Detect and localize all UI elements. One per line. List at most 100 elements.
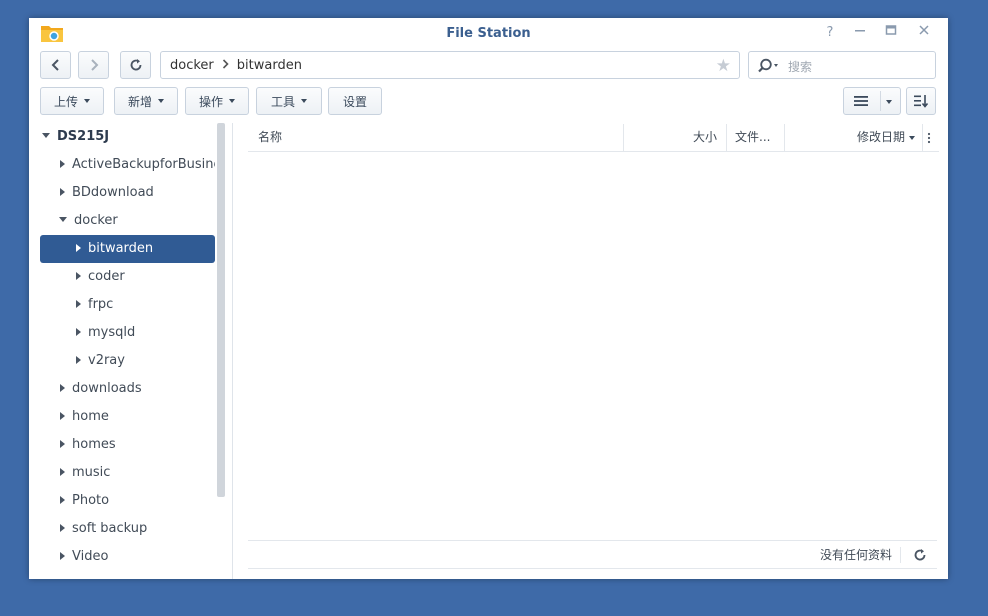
search-box[interactable]: 搜索 — [748, 51, 936, 79]
refresh-path-button[interactable] — [120, 51, 151, 79]
collapse-arrow-icon[interactable] — [60, 523, 65, 532]
search-icon[interactable] — [757, 58, 781, 74]
expand-arrow-icon[interactable] — [59, 217, 67, 222]
tree-item-docker[interactable]: docker — [40, 207, 215, 235]
window-title: File Station — [446, 26, 531, 41]
expand-arrow-icon[interactable] — [42, 133, 50, 138]
caret-down-icon — [301, 99, 307, 103]
tree-item-soft-backup[interactable]: soft backup — [40, 515, 215, 543]
tree-item-home[interactable]: home — [40, 403, 215, 431]
tree-item-label: home — [72, 409, 109, 424]
tree-item-label: coder — [88, 269, 125, 284]
sort-button[interactable] — [906, 87, 936, 115]
collapse-arrow-icon[interactable] — [76, 243, 81, 252]
collapse-arrow-icon[interactable] — [60, 383, 65, 392]
tree-item-label: v2ray — [88, 353, 125, 368]
caret-down-icon — [229, 99, 235, 103]
action-label: 操作 — [198, 94, 223, 109]
path-bar[interactable]: docker bitwarden ★ — [160, 51, 740, 79]
collapse-arrow-icon[interactable] — [76, 355, 81, 364]
upload-label: 上传 — [53, 94, 78, 109]
upload-button[interactable]: 上传 — [40, 87, 104, 115]
panel-splitter[interactable] — [232, 123, 233, 579]
column-name-label: 名称 — [258, 130, 283, 144]
tree-item-frpc[interactable]: frpc — [40, 291, 215, 319]
favorite-star-icon[interactable]: ★ — [716, 56, 731, 76]
tree-item-activebackupforbusiness[interactable]: ActiveBackupforBusines — [40, 151, 215, 179]
maximize-icon[interactable] — [881, 24, 901, 42]
tree-item-v2ray[interactable]: v2ray — [40, 347, 215, 375]
column-divider[interactable] — [922, 124, 923, 151]
close-icon[interactable] — [914, 24, 934, 42]
back-button[interactable] — [40, 51, 71, 79]
breadcrumb-separator-icon — [222, 58, 229, 73]
list-view-icon — [854, 96, 868, 106]
status-bar: 没有任何资料 — [248, 540, 937, 569]
collapse-arrow-icon[interactable] — [76, 299, 81, 308]
tree-item-label: downloads — [72, 381, 142, 396]
create-label: 新增 — [127, 94, 152, 109]
tree-item-bddownload[interactable]: BDdownload — [40, 179, 215, 207]
collapse-arrow-icon[interactable] — [60, 159, 65, 168]
tree-item-label: Photo — [72, 493, 110, 508]
tree-item-photo[interactable]: Photo — [40, 487, 215, 515]
collapse-arrow-icon[interactable] — [60, 439, 65, 448]
tree-item-label: ActiveBackupforBusines — [72, 157, 215, 172]
settings-label: 设置 — [342, 94, 367, 109]
column-modified-label: 修改日期 — [856, 130, 905, 144]
caret-down-icon — [84, 99, 90, 103]
tree-item-label: bitwarden — [88, 241, 154, 256]
column-type-label: 文件... — [735, 130, 771, 144]
column-type[interactable]: 文件... — [735, 124, 770, 151]
tree-scrollbar[interactable] — [217, 123, 225, 497]
folder-tree: DS215J ActiveBackupforBusines BDdownload… — [29, 123, 232, 579]
breadcrumb-bitwarden[interactable]: bitwarden — [237, 58, 302, 73]
tree-root-label: DS215J — [57, 129, 110, 144]
column-options-icon[interactable] — [927, 124, 935, 151]
help-icon[interactable]: ? — [820, 24, 840, 42]
tree-item-mysqld[interactable]: mysqld — [40, 319, 215, 347]
tree-item-label: homes — [72, 437, 116, 452]
collapse-arrow-icon[interactable] — [76, 327, 81, 336]
column-name[interactable]: 名称 — [258, 124, 282, 151]
sort-caret-icon — [909, 135, 915, 140]
tree-item-bitwarden[interactable]: bitwarden — [40, 235, 215, 263]
column-size-label: 大小 — [692, 130, 717, 144]
view-mode-button[interactable] — [843, 87, 901, 115]
chevron-right-icon — [90, 59, 98, 71]
settings-button[interactable]: 设置 — [328, 87, 382, 115]
collapse-arrow-icon[interactable] — [60, 551, 65, 560]
column-divider[interactable] — [726, 124, 727, 151]
column-size[interactable]: 大小 — [624, 124, 726, 151]
refresh-icon[interactable] — [913, 548, 927, 562]
create-button[interactable]: 新增 — [114, 87, 178, 115]
column-modified[interactable]: 修改日期 — [785, 124, 922, 151]
tools-label: 工具 — [270, 94, 295, 109]
breadcrumb-docker[interactable]: docker — [170, 58, 214, 73]
tree-item-label: soft backup — [72, 521, 148, 536]
tree-item-label: frpc — [88, 297, 114, 312]
tree-item-video[interactable]: Video — [40, 543, 215, 571]
collapse-arrow-icon[interactable] — [60, 187, 65, 196]
collapse-arrow-icon[interactable] — [60, 495, 65, 504]
caret-down-icon — [886, 100, 892, 104]
tree-item-label: BDdownload — [72, 185, 154, 200]
tree-item-coder[interactable]: coder — [40, 263, 215, 291]
collapse-arrow-icon[interactable] — [60, 411, 65, 420]
tree-item-label: music — [72, 465, 111, 480]
tree-item-label: docker — [74, 213, 118, 228]
tools-button[interactable]: 工具 — [256, 87, 322, 115]
search-input[interactable]: 搜索 — [788, 58, 812, 75]
collapse-arrow-icon[interactable] — [60, 467, 65, 476]
file-list-header: 名称 大小 文件... 修改日期 — [248, 124, 939, 152]
collapse-arrow-icon[interactable] — [76, 271, 81, 280]
tree-item-music[interactable]: music — [40, 459, 215, 487]
action-button[interactable]: 操作 — [185, 87, 249, 115]
forward-button[interactable] — [78, 51, 109, 79]
tree-item-downloads[interactable]: downloads — [40, 375, 215, 403]
file-station-window: File Station ? docker bitwarden ★ 搜索 上传 … — [29, 18, 948, 579]
minimize-icon[interactable] — [850, 24, 870, 42]
tree-root-ds215j[interactable]: DS215J — [40, 123, 215, 151]
caret-down-icon — [158, 99, 164, 103]
tree-item-homes[interactable]: homes — [40, 431, 215, 459]
